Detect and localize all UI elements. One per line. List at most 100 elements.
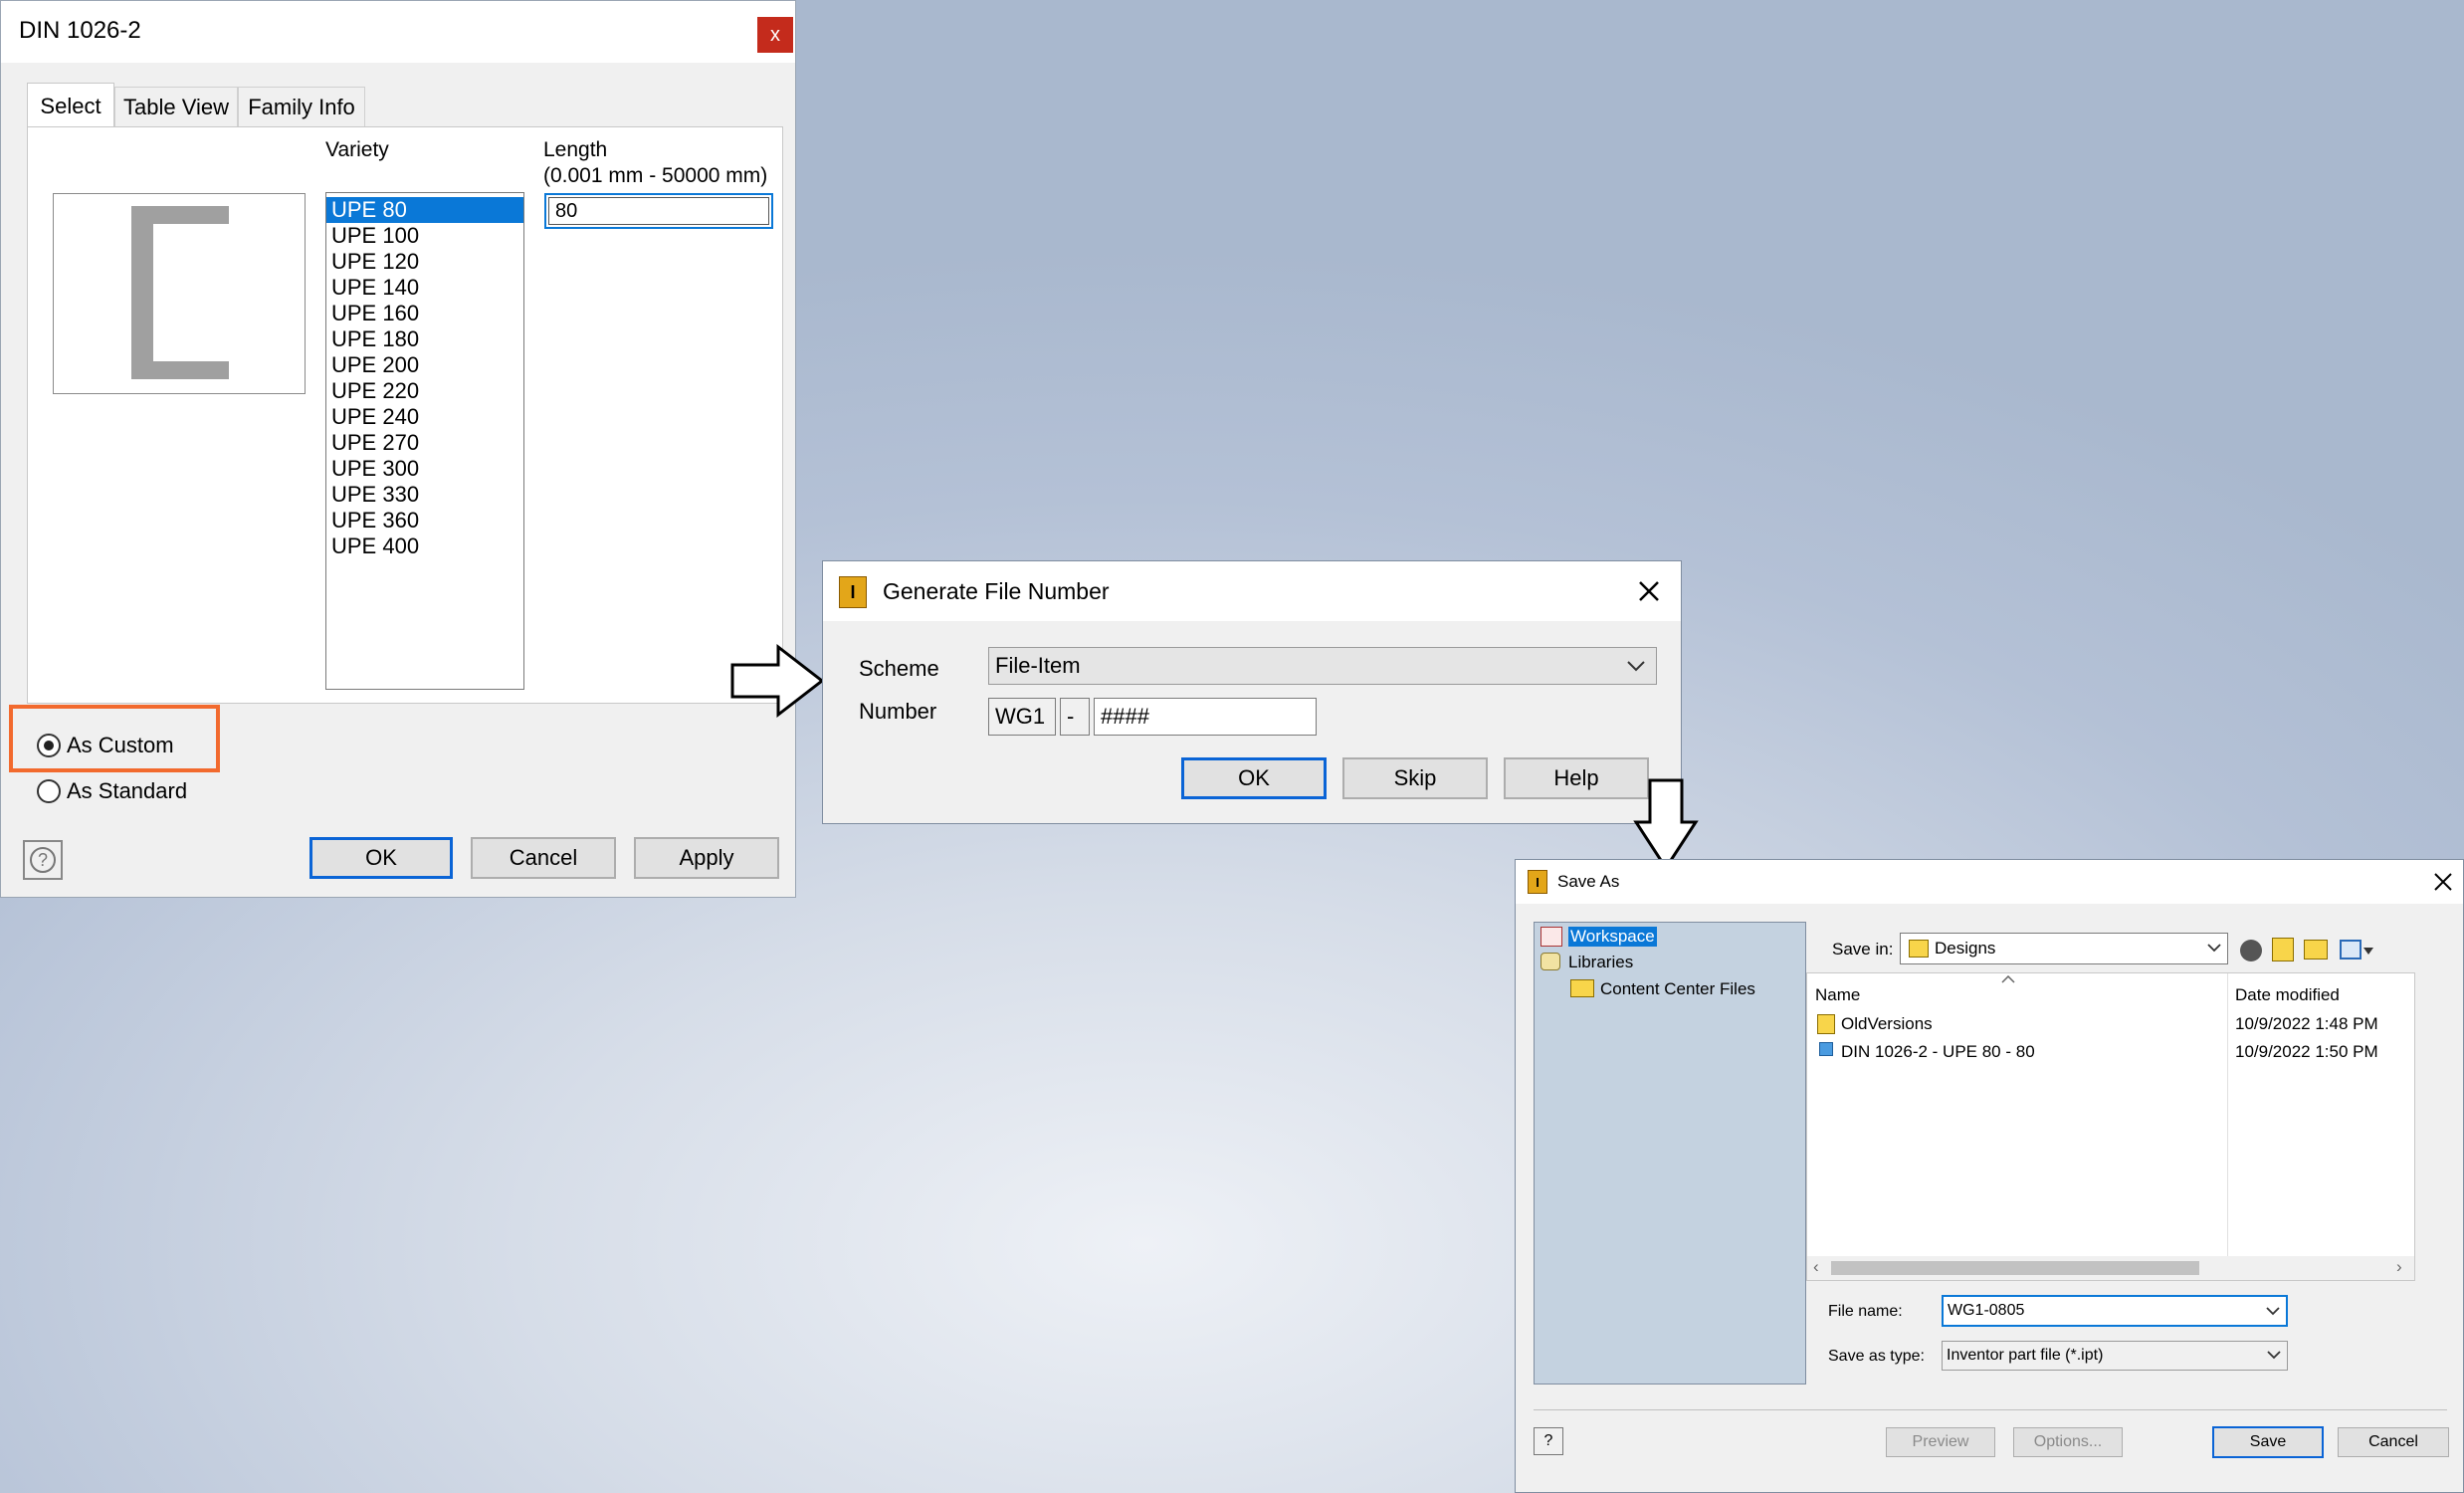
new-folder-icon[interactable]	[2304, 940, 2328, 960]
tree-item-workspace[interactable]: Workspace	[1568, 927, 1657, 947]
ok-button[interactable]: OK	[1181, 757, 1327, 799]
help-button[interactable]: ?	[23, 840, 63, 880]
preview-button[interactable]: Preview	[1886, 1427, 1995, 1457]
scheme-label: Scheme	[859, 656, 939, 681]
file-name-input[interactable]: WG1-0805	[1942, 1295, 2288, 1327]
save-in-select[interactable]: Designs	[1900, 933, 2228, 964]
list-item[interactable]: UPE 80	[326, 197, 523, 223]
tab-select-label: Select	[40, 93, 102, 118]
tab-family-info-label: Family Info	[248, 94, 355, 119]
skip-button[interactable]: Skip	[1342, 757, 1488, 799]
part-file-icon	[1819, 1042, 1833, 1056]
save-in-label: Save in:	[1832, 940, 1894, 959]
ok-button[interactable]: OK	[309, 837, 453, 879]
dialog-title: Save As	[1557, 872, 1620, 891]
tab-family-info[interactable]: Family Info	[238, 87, 365, 126]
question-circle-icon: ?	[30, 847, 56, 873]
scheme-select-value: File-Item	[995, 653, 1081, 678]
folder-icon	[1817, 1014, 1835, 1034]
chevron-down-icon	[2207, 944, 2221, 953]
list-item[interactable]: UPE 400	[326, 533, 523, 559]
list-item[interactable]: UPE 140	[326, 275, 523, 301]
file-date: 10/9/2022 1:48 PM	[2235, 1014, 2378, 1033]
chevron-down-icon	[1627, 661, 1645, 672]
file-row[interactable]: DIN 1026-2 - UPE 80 - 80 10/9/2022 1:50 P…	[1807, 1039, 2414, 1065]
number-label: Number	[859, 699, 937, 724]
view-menu-icon[interactable]	[2340, 940, 2361, 960]
tree-item-libraries[interactable]: Libraries	[1568, 953, 1633, 972]
file-name-value: WG1-0805	[1948, 1302, 2025, 1319]
save-button[interactable]: Save	[2212, 1426, 2324, 1458]
scrollbar-thumb[interactable]	[1831, 1261, 2199, 1275]
number-prefix-field[interactable]: WG1	[988, 698, 1056, 736]
divider	[1534, 1409, 2447, 1410]
list-item[interactable]: UPE 300	[326, 456, 523, 482]
options-button[interactable]: Options...	[2013, 1427, 2123, 1457]
variety-list[interactable]: UPE 80 UPE 100 UPE 120 UPE 140 UPE 160 UPE 18…	[325, 192, 524, 690]
length-label: Length	[543, 138, 608, 161]
folder-icon	[1909, 940, 1929, 958]
list-item[interactable]: UPE 100	[326, 223, 523, 249]
inventor-app-icon: I	[1528, 870, 1547, 894]
tree-item-content-center[interactable]: Content Center Files	[1600, 979, 1755, 999]
list-item[interactable]: UPE 160	[326, 301, 523, 326]
column-name-header[interactable]: Name	[1815, 985, 1860, 1005]
title-bar: I Save As	[1516, 860, 2463, 904]
close-icon[interactable]	[2433, 872, 2453, 892]
libraries-icon	[1540, 953, 1560, 970]
length-input[interactable]: 80	[544, 193, 773, 229]
back-icon[interactable]	[2240, 940, 2262, 961]
cancel-button[interactable]: Cancel	[2338, 1427, 2449, 1457]
save-type-value: Inventor part file (*.ipt)	[1947, 1347, 2104, 1364]
close-icon[interactable]	[1637, 579, 1661, 603]
save-in-value: Designs	[1935, 939, 1996, 958]
horizontal-scrollbar[interactable]: ‹ ›	[1807, 1256, 2414, 1280]
title-bar: I Generate File Number	[823, 561, 1681, 621]
list-item[interactable]: UPE 270	[326, 430, 523, 456]
scroll-left-icon[interactable]: ‹	[1813, 1257, 1819, 1277]
tab-select[interactable]: Select	[27, 83, 114, 128]
inventor-app-icon: I	[839, 576, 867, 608]
file-row[interactable]: OldVersions 10/9/2022 1:48 PM	[1807, 1011, 2414, 1037]
list-item[interactable]: UPE 330	[326, 482, 523, 508]
cancel-button[interactable]: Cancel	[471, 837, 616, 879]
radio-as-standard[interactable]	[37, 779, 61, 803]
file-list: Name Date modified OldVersions 10/9/2022 …	[1806, 972, 2415, 1281]
scheme-select[interactable]: File-Item	[988, 647, 1657, 685]
help-button[interactable]: Help	[1504, 757, 1649, 799]
down-arrow-icon	[1633, 778, 1699, 871]
file-name: OldVersions	[1841, 1014, 1933, 1033]
up-folder-icon[interactable]	[2272, 938, 2294, 961]
tab-table-view-label: Table View	[123, 94, 229, 119]
file-name: DIN 1026-2 - UPE 80 - 80	[1841, 1042, 2035, 1061]
save-type-label: Save as type:	[1828, 1348, 1925, 1365]
file-date: 10/9/2022 1:50 PM	[2235, 1042, 2378, 1061]
save-type-select[interactable]: Inventor part file (*.ipt)	[1942, 1341, 2288, 1371]
list-item[interactable]: UPE 120	[326, 249, 523, 275]
list-item[interactable]: UPE 240	[326, 404, 523, 430]
chevron-down-icon	[2267, 1351, 2281, 1360]
family-dialog: DIN 1026-2 x Select Table View Family In…	[0, 0, 796, 898]
number-pattern-field[interactable]: ####	[1094, 698, 1317, 736]
sort-up-icon	[2001, 975, 2015, 983]
length-range-label: (0.001 mm - 50000 mm)	[543, 164, 768, 187]
number-separator-field[interactable]: -	[1060, 698, 1090, 736]
right-arrow-icon	[730, 643, 825, 719]
list-item[interactable]: UPE 180	[326, 326, 523, 352]
chevron-down-icon[interactable]	[2363, 948, 2373, 956]
column-date-header[interactable]: Date modified	[2235, 985, 2340, 1005]
title-bar: DIN 1026-2 x	[1, 1, 795, 63]
close-button[interactable]: x	[757, 17, 793, 53]
folder-icon	[1570, 979, 1594, 997]
scroll-right-icon[interactable]: ›	[2396, 1257, 2402, 1277]
list-item[interactable]: UPE 360	[326, 508, 523, 533]
radio-as-custom[interactable]	[37, 734, 61, 757]
tab-table-view[interactable]: Table View	[114, 87, 238, 126]
list-item[interactable]: UPE 200	[326, 352, 523, 378]
help-icon[interactable]: ?	[1534, 1427, 1563, 1455]
list-item[interactable]: UPE 220	[326, 378, 523, 404]
variety-label: Variety	[325, 138, 389, 161]
apply-button[interactable]: Apply	[634, 837, 779, 879]
length-input-value: 80	[548, 197, 769, 225]
close-icon: x	[770, 23, 780, 46]
